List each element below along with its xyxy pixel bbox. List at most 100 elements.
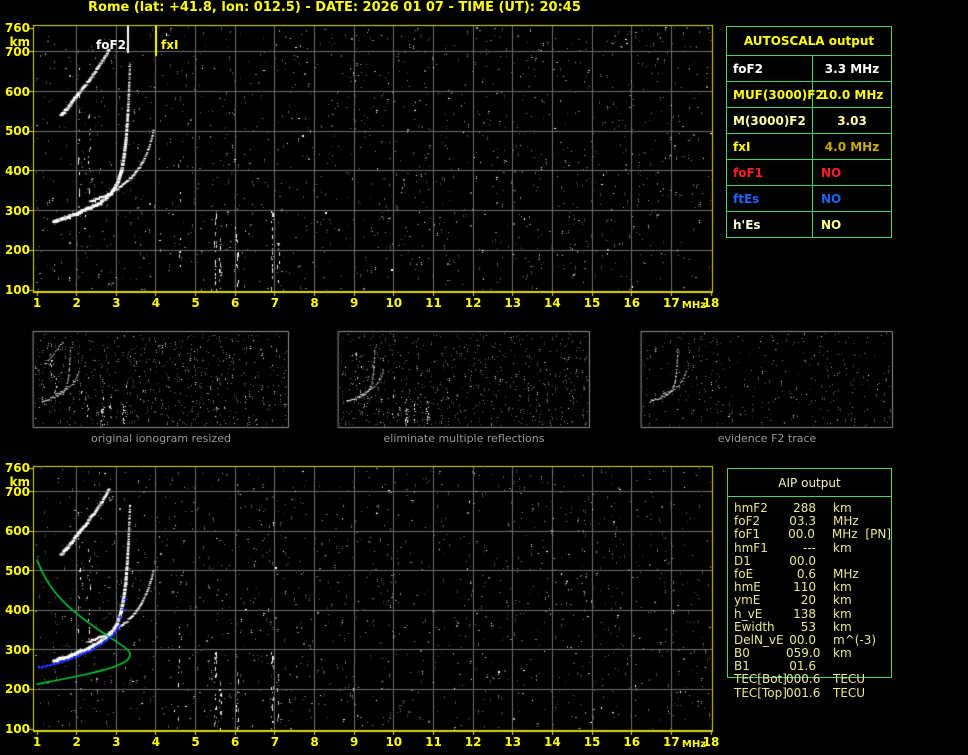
x-tick-label: 12 [461,735,485,749]
autoscala-row-label: h'Es [727,212,813,237]
autoscala-row: ftEsNO [727,185,891,211]
aip-cell: 000.6 [786,673,816,686]
aip-cell: TECU [833,687,867,700]
y-tick-label: 400 [0,164,30,178]
x-tick-label: 2 [65,296,89,310]
autoscala-row: MUF(3000)F210.0 MHz [727,81,891,107]
autoscala-row-value: 3.03 [813,108,891,133]
x-tick-label: 4 [144,296,168,310]
y-tick-label: 760 [0,21,30,35]
x-tick-label: 7 [263,296,287,310]
x-tick-label: 7 [263,735,287,749]
aip-cell: Ewidth [734,621,786,634]
x-tick-label: 10 [382,296,406,310]
y-axis-unit-label: km [0,475,30,489]
y-tick-label: 500 [0,124,30,138]
x-tick-label: 5 [184,735,208,749]
y-tick-label: 200 [0,682,30,696]
x-tick-label: 11 [421,296,445,310]
autoscala-row-label: ftEs [727,186,813,211]
aip-cell: 138 [786,608,816,621]
aip-cell: TECU [833,673,867,686]
autoscala-row: fxI4.0 MHz [727,133,891,159]
fxI-marker-label: fxI [161,39,178,52]
aip-cell: km [833,621,867,634]
autoscala-window: Rome (lat: +41.8, lon: 012.5) - DATE: 20… [0,0,968,755]
autoscala-row-value: 10.0 MHz [813,82,891,107]
panel-caption-evidence: evidence F2 trace [647,432,887,445]
x-tick-label: 15 [580,735,604,749]
aip-table: AIP output hmF2288kmfoF203.3MHzfoF100.0M… [727,468,892,678]
x-tick-label: 13 [501,296,525,310]
aip-row: TEC[Bot]000.6TECU [734,673,891,686]
aip-cell: km [833,647,867,660]
aip-row: Ewidth53 km [734,621,891,634]
x-tick-label: 14 [540,296,564,310]
x-tick-label: 5 [184,296,208,310]
y-tick-label: 600 [0,524,30,538]
autoscala-row: M(3000)F23.03 [727,107,891,133]
autoscala-row-value: 3.3 MHz [813,56,891,81]
autoscala-row: foF1NO [727,159,891,185]
aip-row: hmF1---km [734,542,891,555]
x-tick-label: 9 [342,735,366,749]
aip-cell: --- [786,542,816,555]
y-tick-label: 300 [0,204,30,218]
autoscala-row-value: NO [813,212,891,237]
panel-caption-original: original ionogram resized [41,432,281,445]
y-tick-label: 300 [0,643,30,657]
aip-row: TEC[Top]001.6TECU [734,687,891,700]
aip-cell: [PN] [865,528,891,541]
x-tick-label: 10 [382,735,406,749]
y-tick-label: 500 [0,564,30,578]
y-tick-label: 760 [0,461,30,475]
autoscala-row-value: NO [813,160,891,185]
aip-table-title: AIP output [728,469,891,497]
aip-row: h_vE138 km [734,608,891,621]
x-tick-label: 9 [342,296,366,310]
station-title: Rome (lat: +41.8, lon: 012.5) - DATE: 20… [88,0,581,15]
autoscala-row-value: 4.0 MHz [813,134,891,159]
autoscala-row: h'EsNO [727,211,891,237]
x-tick-label: 8 [303,296,327,310]
aip-cell: 00.0 [785,528,815,541]
autoscala-table: AUTOSCALA output foF23.3 MHzMUF(3000)F21… [726,26,892,238]
x-tick-label: 6 [223,296,247,310]
y-tick-label: 400 [0,603,30,617]
aip-cell: km [833,594,867,607]
x-tick-label: 16 [620,735,644,749]
panel-caption-eliminate: eliminate multiple reflections [344,432,584,445]
aip-cell: 20 [786,594,816,607]
foF2-marker-label: foF2 [88,39,126,52]
aip-cell: MHz [832,528,866,541]
aip-cell: 53 [786,621,816,634]
autoscala-row-label: fxI [727,134,813,159]
x-tick-label: 4 [144,735,168,749]
aip-cell: ymE [734,594,786,607]
aip-row: ymE20 km [734,594,891,607]
y-tick-label: 200 [0,243,30,257]
y-axis-unit-label: km [0,35,30,49]
aip-cell: h_vE [734,608,786,621]
x-tick-label: 6 [223,735,247,749]
x-tick-label: 1 [25,296,49,310]
x-tick-label: 2 [65,735,89,749]
x-tick-label: 15 [580,296,604,310]
autoscala-row-label: foF2 [727,56,813,81]
x-tick-label: 1 [25,735,49,749]
x-tick-label: 16 [620,296,644,310]
aip-cell: km [833,608,867,621]
aip-row: D100.0 [734,555,891,568]
panel-original-ionogram [33,331,289,428]
autoscala-table-rows: foF23.3 MHzMUF(3000)F210.0 MHzM(3000)F23… [727,55,891,237]
aip-cell [833,555,867,568]
aip-cell: hmF1 [734,542,786,555]
aip-cell: 00.0 [786,555,816,568]
bottom-ionogram [0,460,724,755]
aip-cell: D1 [734,555,786,568]
x-tick-label: 11 [421,735,445,749]
aip-cell: TEC[Top] [734,687,786,700]
x-tick-label: 3 [104,296,128,310]
aip-table-rows: hmF2288kmfoF203.3MHzfoF100.0MHz[PN]hmF1-… [728,497,891,700]
y-tick-label: 600 [0,85,30,99]
